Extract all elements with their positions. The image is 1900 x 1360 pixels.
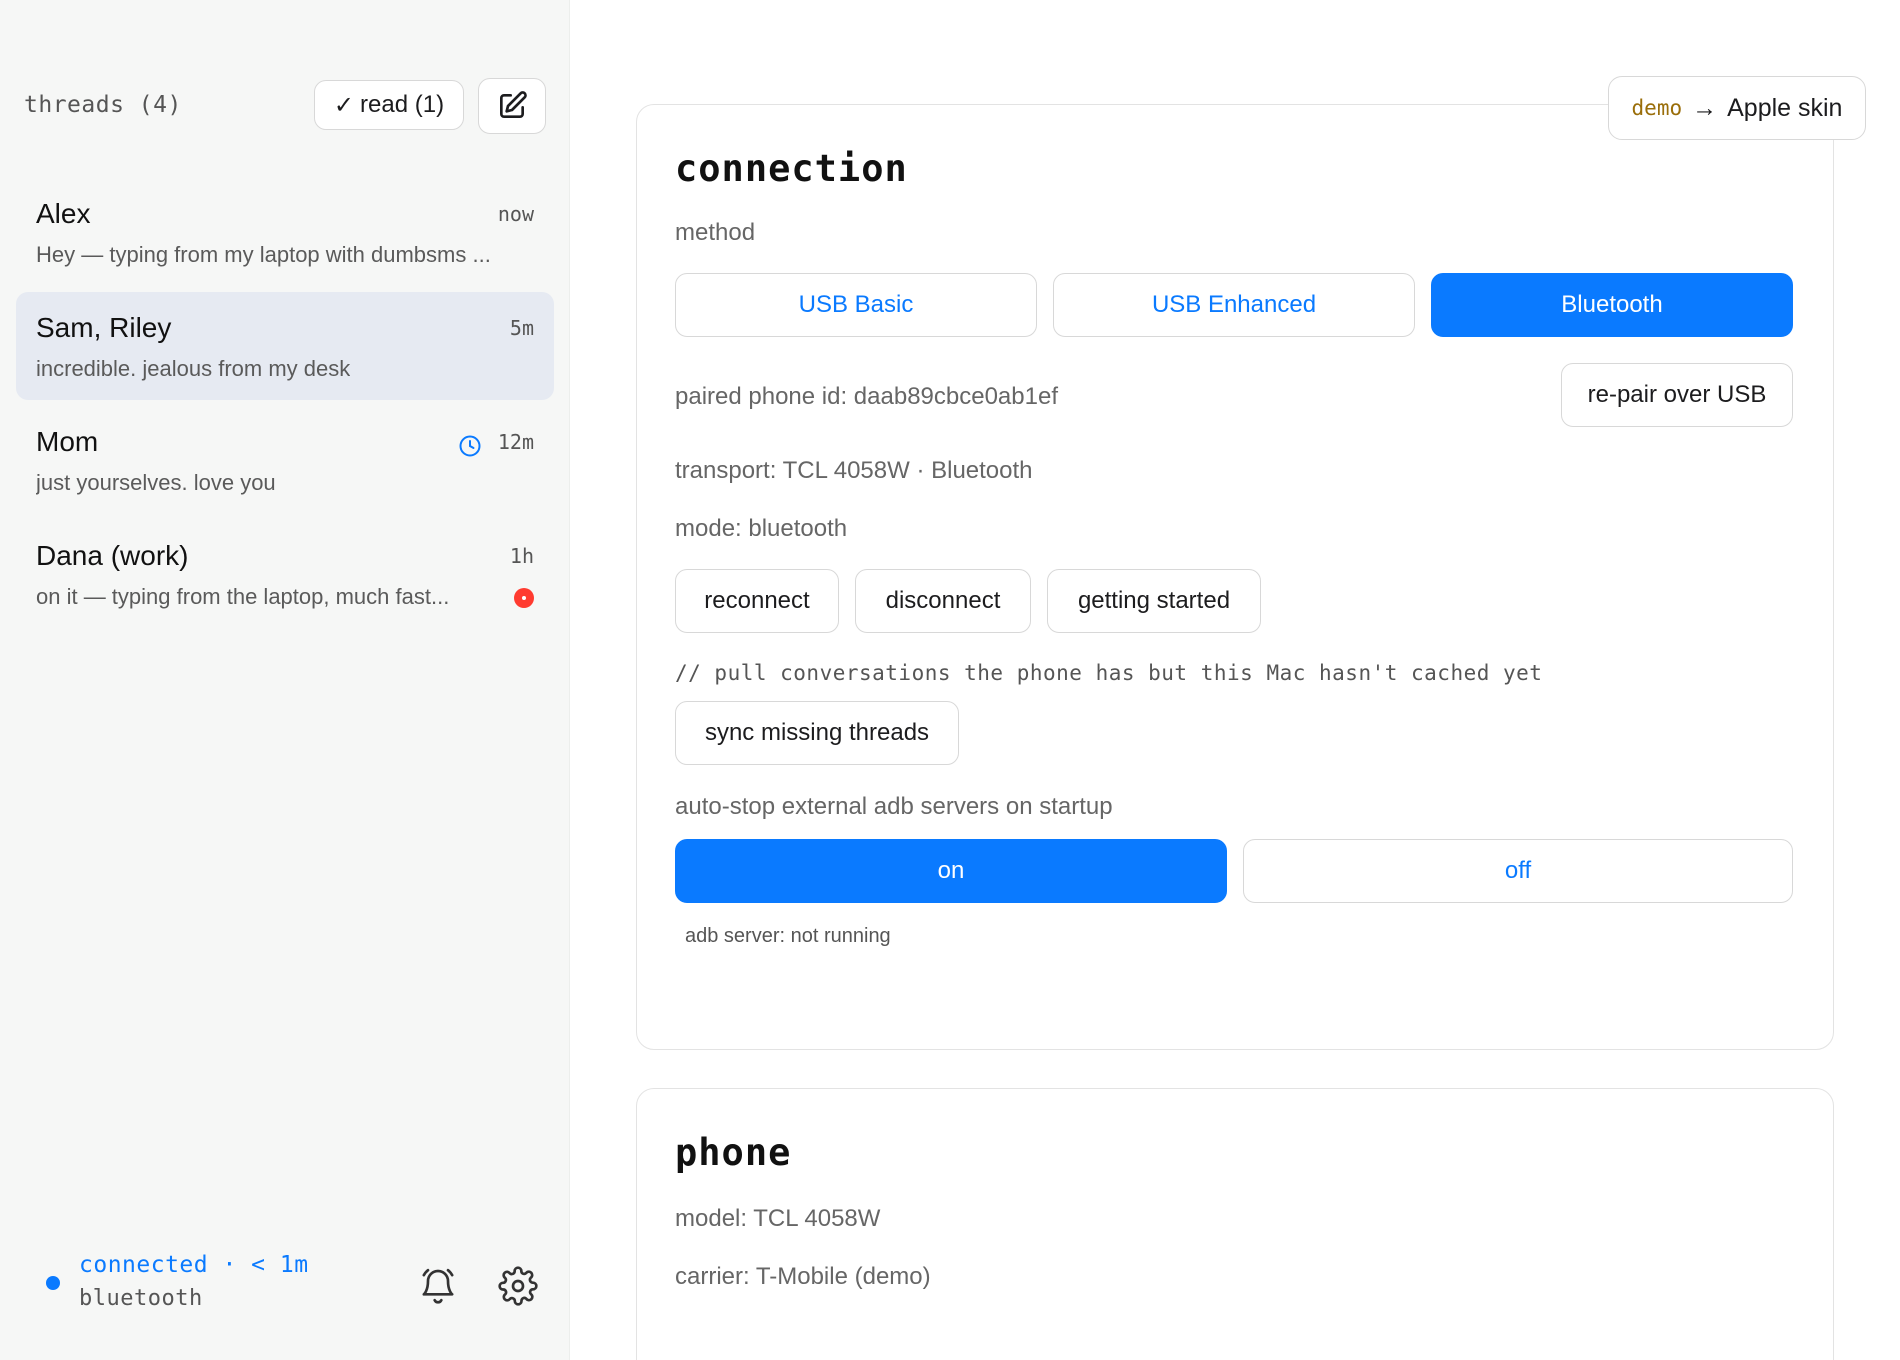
thread-item[interactable]: Sam, Riley 5m incredible. jealous from m… bbox=[16, 292, 554, 400]
gear-icon[interactable] bbox=[498, 1266, 538, 1306]
sync-missing-threads-button[interactable]: sync missing threads bbox=[675, 701, 959, 765]
autostop-label: auto-stop external adb servers on startu… bbox=[675, 793, 1113, 820]
phone-card: phone model: TCL 4058W carrier: T-Mobile… bbox=[636, 1088, 1834, 1360]
connection-status-dot-icon bbox=[46, 1276, 60, 1290]
check-icon: ✓ bbox=[333, 91, 355, 119]
phone-carrier: carrier: T-Mobile (demo) bbox=[675, 1263, 931, 1290]
disconnect-button[interactable]: disconnect bbox=[855, 569, 1031, 633]
connection-title: connection bbox=[675, 147, 908, 190]
arrow-right-icon: → bbox=[1692, 93, 1718, 122]
sidebar-footer: connected · < 1m bluetooth bbox=[0, 1240, 570, 1330]
demo-tag: demo bbox=[1631, 96, 1683, 120]
thread-name: Mom bbox=[36, 426, 99, 457]
method-usb-enhanced-button[interactable]: USB Enhanced bbox=[1053, 273, 1415, 337]
connection-status: connected · < 1m bbox=[79, 1252, 309, 1278]
thread-preview: incredible. jealous from my desk bbox=[36, 356, 351, 381]
sync-comment: // pull conversations the phone has but … bbox=[675, 661, 1543, 685]
reconnect-button[interactable]: reconnect bbox=[675, 569, 839, 633]
thread-time: 12m bbox=[497, 430, 534, 454]
thread-name: Dana (work) bbox=[36, 540, 189, 571]
threads-title: threads (4) bbox=[24, 92, 182, 118]
repair-usb-button[interactable]: re-pair over USB bbox=[1561, 363, 1793, 427]
bell-icon[interactable] bbox=[418, 1266, 458, 1306]
mark-read-button[interactable]: ✓ read (1) bbox=[314, 80, 464, 130]
connection-transport: bluetooth bbox=[79, 1286, 203, 1311]
transport-info: transport: TCL 4058W · Bluetooth bbox=[675, 457, 1033, 484]
method-bluetooth-button[interactable]: Bluetooth bbox=[1431, 273, 1793, 337]
thread-preview: on it — typing from the laptop, much fas… bbox=[36, 584, 450, 609]
failed-indicator-icon bbox=[514, 588, 534, 608]
sidebar: threads (4) ✓ read (1) Alex now Hey — ty… bbox=[0, 0, 570, 1360]
thread-item[interactable]: Mom 12m just yourselves. love you bbox=[16, 406, 554, 514]
paired-phone-id: paired phone id: daab89cbce0ab1ef bbox=[675, 383, 1058, 410]
thread-time: now bbox=[497, 202, 534, 226]
method-label: method bbox=[675, 219, 756, 246]
thread-item[interactable]: Alex now Hey — typing from my laptop wit… bbox=[16, 178, 554, 286]
mode-info: mode: bluetooth bbox=[675, 515, 848, 542]
autostop-off-button[interactable]: off bbox=[1243, 839, 1793, 903]
adb-server-status: adb server: not running bbox=[685, 925, 891, 947]
scheduled-clock-icon bbox=[459, 435, 481, 457]
method-usb-basic-button[interactable]: USB Basic bbox=[675, 273, 1037, 337]
sidebar-header: threads (4) ✓ read (1) bbox=[24, 78, 546, 134]
thread-time: 1h bbox=[509, 544, 534, 568]
compose-icon bbox=[500, 91, 527, 118]
thread-preview: just yourselves. love you bbox=[36, 470, 276, 495]
compose-button[interactable] bbox=[478, 78, 546, 134]
thread-item[interactable]: Dana (work) 1h on it — typing from the l… bbox=[16, 520, 554, 628]
thread-time: 5m bbox=[509, 316, 534, 340]
apple-skin-button[interactable]: demo → Apple skin bbox=[1608, 76, 1866, 140]
phone-model: model: TCL 4058W bbox=[675, 1205, 881, 1232]
connection-card: connection method USB Basic USB Enhanced… bbox=[636, 104, 1834, 1050]
apple-skin-label: Apple skin bbox=[1727, 93, 1843, 122]
thread-name: Sam, Riley bbox=[36, 312, 172, 343]
getting-started-button[interactable]: getting started bbox=[1047, 569, 1261, 633]
mark-read-label: read (1) bbox=[360, 91, 445, 118]
thread-preview: Hey — typing from my laptop with dumbsms… bbox=[36, 242, 491, 267]
phone-title: phone bbox=[675, 1131, 792, 1174]
thread-name: Alex bbox=[36, 198, 91, 229]
autostop-on-button[interactable]: on bbox=[675, 839, 1227, 903]
